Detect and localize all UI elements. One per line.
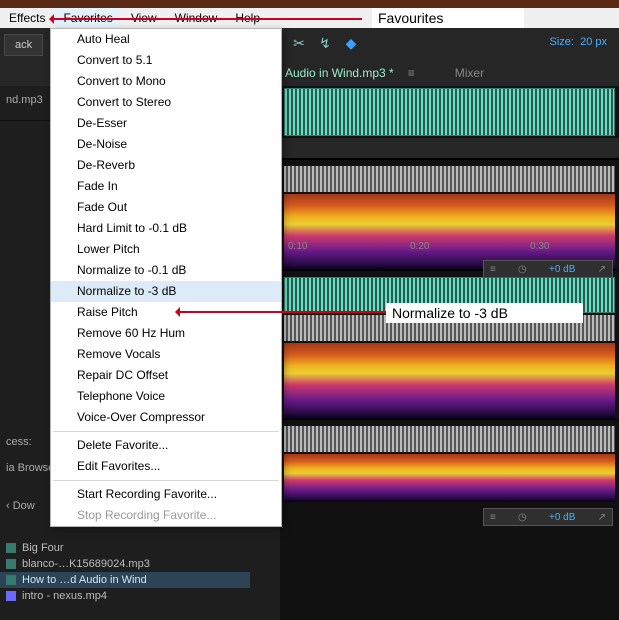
spectrogram[interactable] <box>284 454 615 502</box>
menu-item-start-recording-favorite[interactable]: Start Recording Favorite... <box>51 484 281 505</box>
file-item[interactable]: Big Four <box>0 540 250 556</box>
menu-item-de-noise[interactable]: De-Noise <box>51 134 281 155</box>
menu-item-fade-in[interactable]: Fade In <box>51 176 281 197</box>
editor-filename[interactable]: Audio in Wind.mp3 * <box>285 66 394 80</box>
tab-mixer[interactable]: Mixer <box>455 66 484 80</box>
timeline-ruler[interactable]: 0:10 0:20 0:30 <box>280 138 619 159</box>
track-db-value: +0 dB <box>549 264 575 275</box>
track-db-value: +0 dB <box>549 512 575 523</box>
spectrogram[interactable]: ≡ ◷ +0 dB ↗ <box>284 343 615 419</box>
file-item[interactable]: How to …d Audio in Wind <box>0 572 250 588</box>
meter-icon: ≡ <box>490 512 496 523</box>
waveform-overview[interactable] <box>284 88 615 136</box>
track-hud[interactable]: ≡ ◷ +0 dB ↗ <box>483 260 613 278</box>
menu-item-fade-out[interactable]: Fade Out <box>51 197 281 218</box>
time-tick: 0:30 <box>530 241 549 252</box>
toolbar-back-button[interactable]: ack <box>4 34 43 56</box>
video-file-icon <box>6 591 16 601</box>
favorites-menu: Auto HealConvert to 5.1Convert to MonoCo… <box>50 28 282 527</box>
menu-item-normalize-to-0-1-db[interactable]: Normalize to -0.1 dB <box>51 260 281 281</box>
clock-icon: ◷ <box>518 512 527 523</box>
menu-item-telephone-voice[interactable]: Telephone Voice <box>51 386 281 407</box>
menu-item-convert-to-mono[interactable]: Convert to Mono <box>51 71 281 92</box>
track-hud[interactable]: ≡ ◷ +0 dB ↗ <box>483 508 613 526</box>
track-3 <box>280 419 619 502</box>
menu-item-remove-vocals[interactable]: Remove Vocals <box>51 344 281 365</box>
cut-tool-icon[interactable]: ✂ <box>290 34 308 52</box>
waveform-detail[interactable] <box>284 426 615 452</box>
file-item[interactable]: blanco-…K15689024.mp3 <box>0 556 250 572</box>
menu-item-delete-favorite[interactable]: Delete Favorite... <box>51 435 281 456</box>
audio-file-icon <box>6 575 16 585</box>
file-name: blanco-…K15689024.mp3 <box>22 556 150 572</box>
toolbar-tool-icons: ✂ ↯ ◆ <box>290 34 360 52</box>
audio-file-icon <box>6 543 16 553</box>
breadcrumb-downloads[interactable]: Dow <box>0 500 41 512</box>
callout-normalize: Normalize to -3 dB <box>386 303 583 323</box>
menu-item-repair-dc-offset[interactable]: Repair DC Offset <box>51 365 281 386</box>
track-1: ≡ ◷ +0 dB ↗ <box>280 159 619 270</box>
waveform-detail[interactable] <box>284 166 615 192</box>
menu-separator <box>53 431 279 432</box>
left-file-label[interactable]: nd.mp3 <box>0 86 50 121</box>
arrow-icon: ↗ <box>598 512 606 523</box>
menu-item-hard-limit-to-0-1-db[interactable]: Hard Limit to -0.1 dB <box>51 218 281 239</box>
annotation-arrow <box>52 18 362 20</box>
menu-item-convert-to-stereo[interactable]: Convert to Stereo <box>51 92 281 113</box>
file-name: intro - nexus.mp4 <box>22 588 107 604</box>
time-tick: 0:10 <box>288 241 307 252</box>
clock-icon: ◷ <box>518 264 527 275</box>
menu-item-voice-over-compressor[interactable]: Voice-Over Compressor <box>51 407 281 428</box>
size-label-text: Size: <box>549 36 573 48</box>
file-name: How to …d Audio in Wind <box>22 572 147 588</box>
menu-item-de-reverb[interactable]: De-Reverb <box>51 155 281 176</box>
annotation-arrow <box>178 311 388 313</box>
time-tick: 0:20 <box>410 241 429 252</box>
file-item[interactable]: intro - nexus.mp4 <box>0 588 250 604</box>
panel-menu-icon[interactable]: ≡ <box>408 66 415 80</box>
audio-file-icon <box>6 559 16 569</box>
brush-size-value[interactable]: 20 px <box>580 36 607 48</box>
menu-item-stop-recording-favorite: Stop Recording Favorite... <box>51 505 281 526</box>
title-bar <box>0 0 619 8</box>
menu-item-auto-heal[interactable]: Auto Heal <box>51 29 281 50</box>
menu-item-de-esser[interactable]: De-Esser <box>51 113 281 134</box>
meter-icon: ≡ <box>490 264 496 275</box>
callout-favourites: Favourites <box>372 8 524 28</box>
menu-item-edit-favorites[interactable]: Edit Favorites... <box>51 456 281 477</box>
menu-item-lower-pitch[interactable]: Lower Pitch <box>51 239 281 260</box>
track-2: ≡ ◷ +0 dB ↗ <box>280 270 619 419</box>
file-name: Big Four <box>22 540 64 556</box>
menu-item-normalize-to-3-db[interactable]: Normalize to -3 dB <box>51 281 281 302</box>
left-files-col: nd.mp3 <box>0 86 50 121</box>
menu-separator <box>53 480 279 481</box>
spectrogram[interactable]: ≡ ◷ +0 dB ↗ <box>284 194 615 270</box>
menu-item-remove-60-hz-hum[interactable]: Remove 60 Hz Hum <box>51 323 281 344</box>
label-process: cess: <box>0 436 38 448</box>
brush-tool-icon[interactable]: ◆ <box>342 34 360 52</box>
arrow-icon: ↗ <box>598 264 606 275</box>
tracks-area: 0:10 0:20 0:30 ≡ ◷ +0 dB ↗ ≡ ◷ <box>280 86 619 620</box>
menu-item-convert-to-5-1[interactable]: Convert to 5.1 <box>51 50 281 71</box>
file-list: Big Fourblanco-…K15689024.mp3How to …d A… <box>0 540 250 604</box>
brush-size-label: Size: 20 px <box>549 36 607 48</box>
heal-brush-icon[interactable]: ↯ <box>316 34 334 52</box>
